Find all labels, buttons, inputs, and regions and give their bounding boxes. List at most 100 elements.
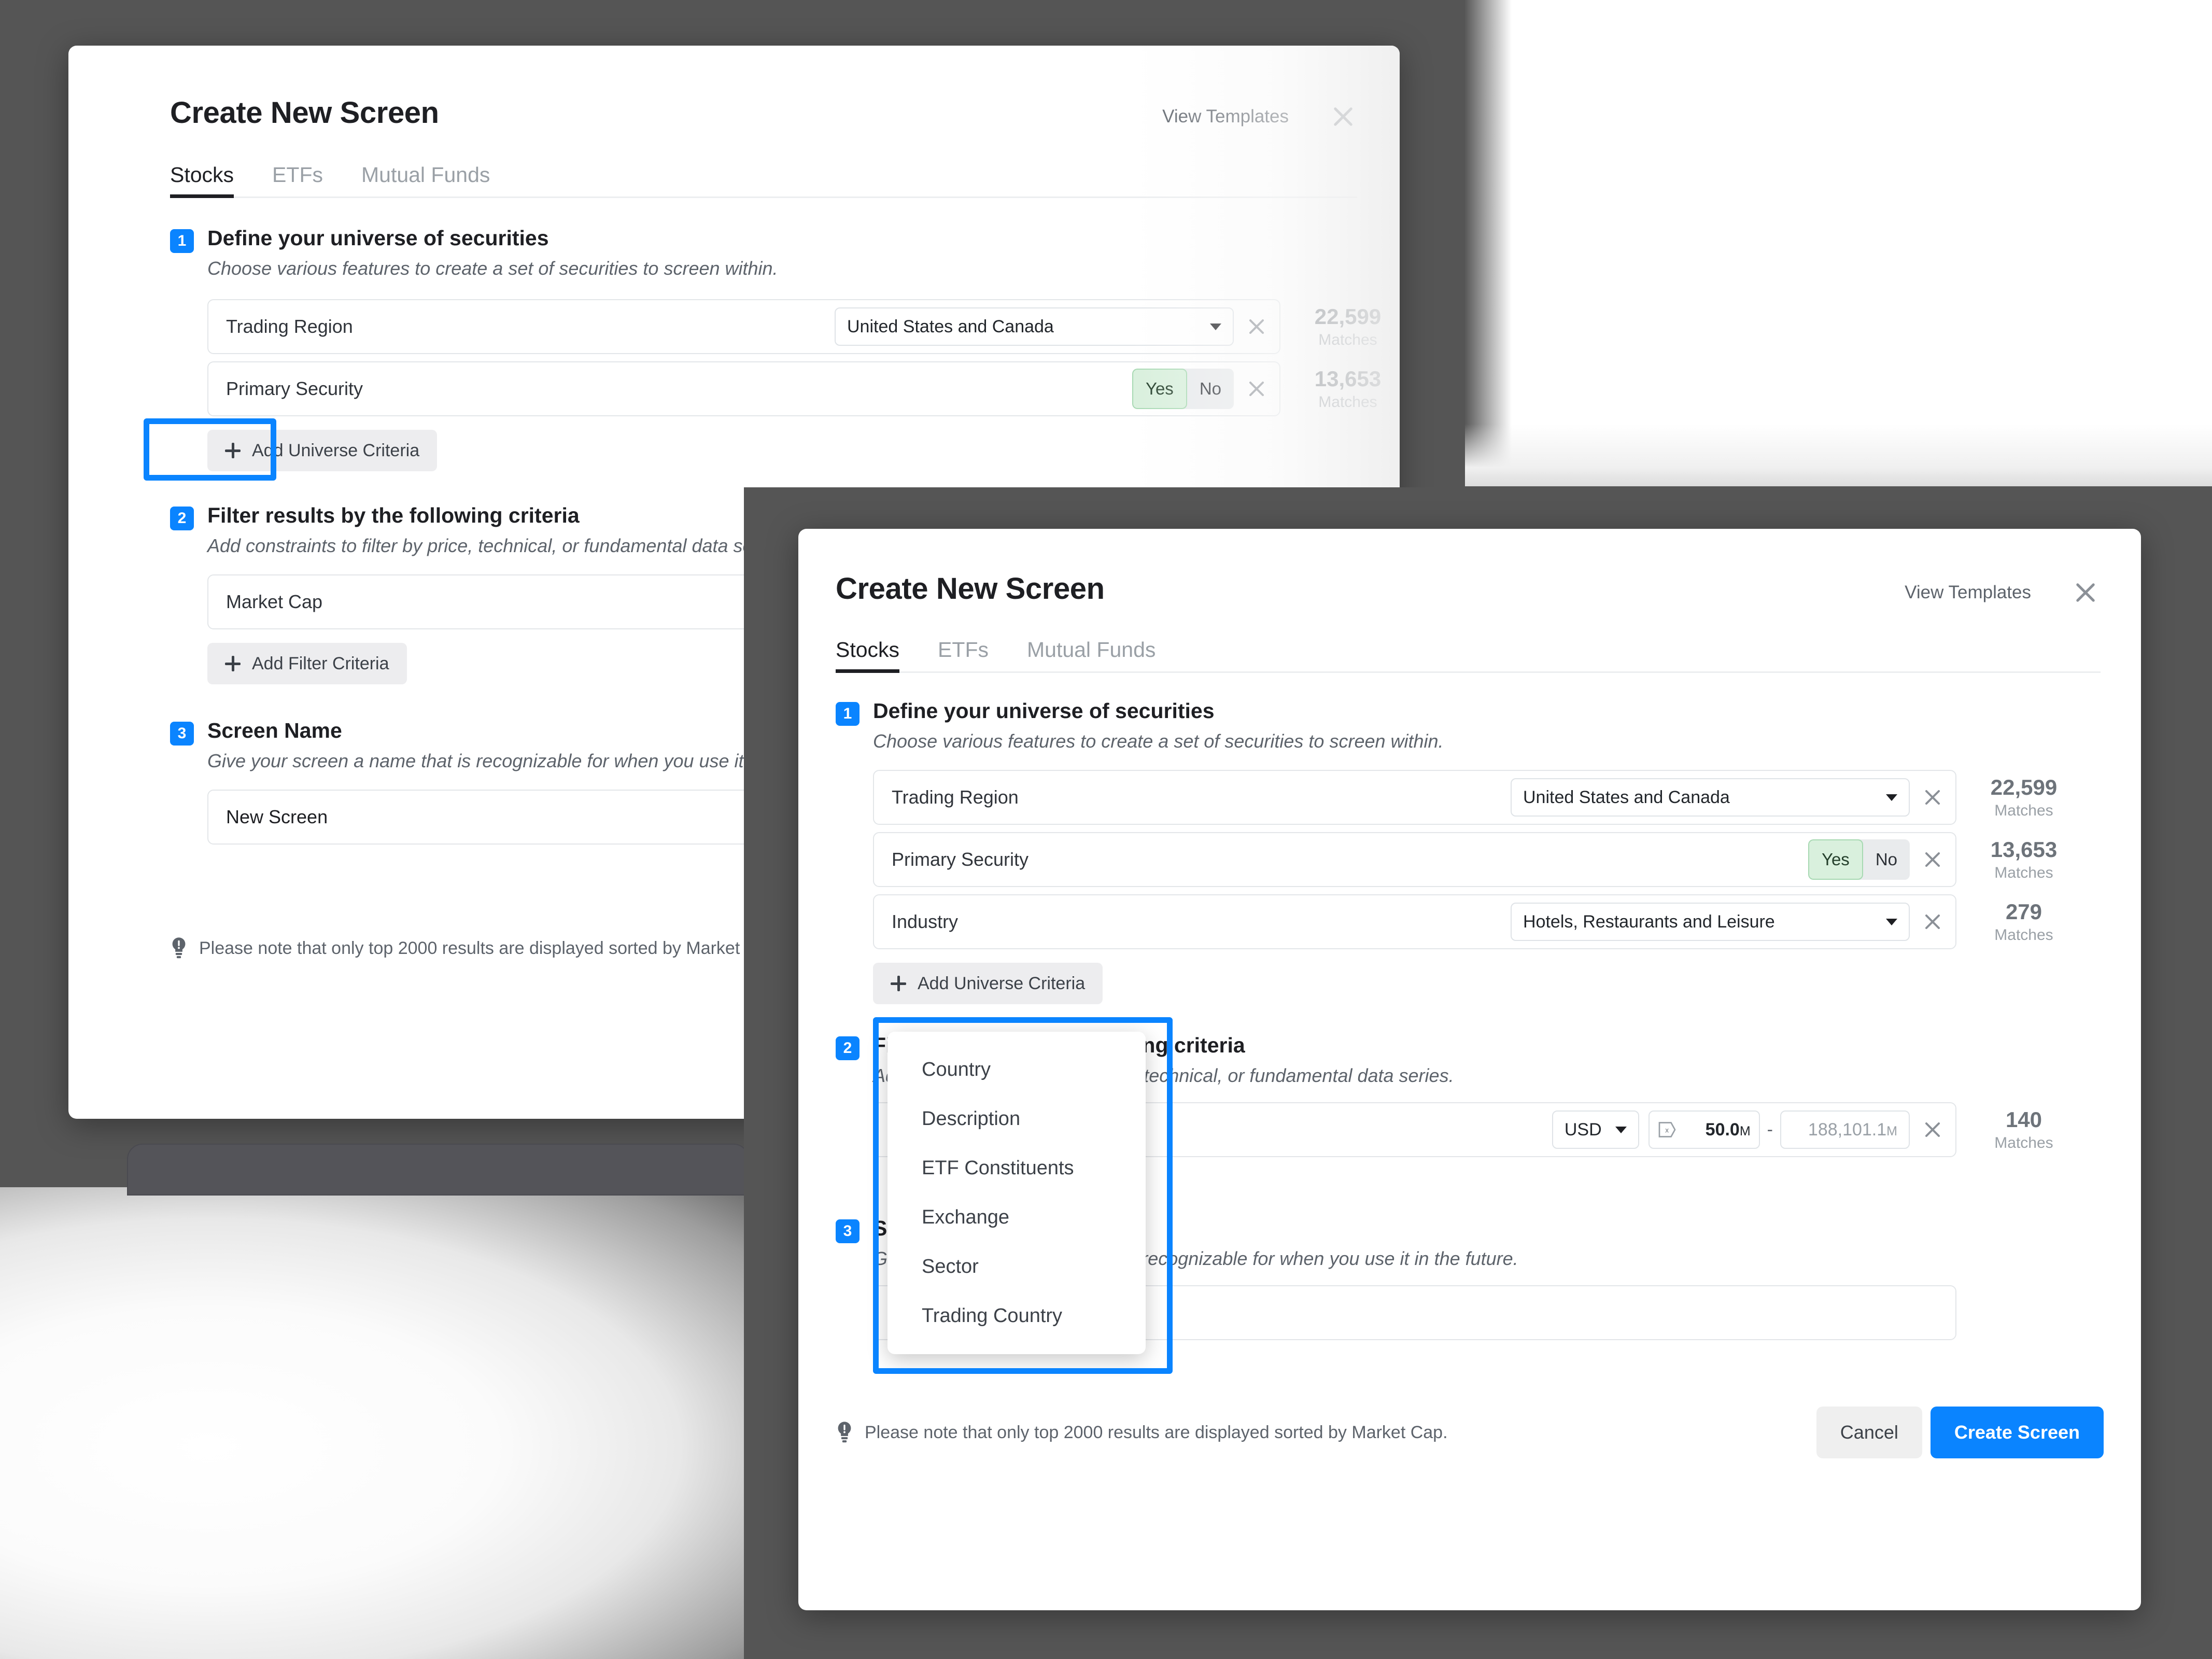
front-tab-etfs[interactable]: ETFs bbox=[938, 638, 989, 671]
back-remove-criteria-icon[interactable] bbox=[1245, 377, 1268, 400]
front-step-2-badge: 2 bbox=[836, 1036, 860, 1060]
front-step-1-badge: 1 bbox=[836, 702, 860, 726]
back-screen-name-value: New Screen bbox=[226, 806, 328, 827]
create-screen-button[interactable]: Create Screen bbox=[1930, 1407, 2104, 1458]
front-matches-count: 22,599 bbox=[1990, 775, 2058, 799]
menu-item-exchange[interactable]: Exchange bbox=[887, 1193, 1146, 1242]
front-matches-count: 279 bbox=[2005, 899, 2042, 924]
plus-icon bbox=[225, 656, 241, 671]
front-currency-select[interactable]: USD bbox=[1552, 1110, 1639, 1149]
lightbulb-icon bbox=[838, 1422, 851, 1443]
menu-item-etf-constituents[interactable]: ETF Constituents bbox=[887, 1144, 1146, 1193]
back-matches-trading-region: 22,599 Matches bbox=[1296, 304, 1400, 349]
back-trading-region-select[interactable]: United States and Canada bbox=[835, 307, 1234, 346]
front-footer-note: Please note that only top 2000 results a… bbox=[836, 1421, 1448, 1444]
front-remove-criteria-icon[interactable] bbox=[1921, 910, 1944, 933]
front-dialog-title: Create New Screen bbox=[836, 572, 1105, 606]
front-add-universe-criteria-button[interactable]: Add Universe Criteria bbox=[873, 963, 1103, 1004]
back-remove-criteria-icon[interactable] bbox=[1245, 315, 1268, 338]
front-matches-trading-region: 22,599 Matches bbox=[1972, 775, 2076, 820]
front-add-universe-criteria-label: Add Universe Criteria bbox=[918, 973, 1086, 993]
back-step-3-badge: 3 bbox=[170, 722, 194, 746]
back-tab-etfs[interactable]: ETFs bbox=[272, 163, 323, 196]
back-footer-note-text: Please note that only top 2000 results a… bbox=[199, 938, 782, 958]
background-panel-bottom-fade bbox=[1465, 424, 2212, 486]
front-range-separator: - bbox=[1767, 1119, 1773, 1140]
back-step-2-badge: 2 bbox=[170, 507, 194, 530]
front-criteria-row-trading-region: Trading Region United States and Canada … bbox=[873, 770, 2141, 825]
svg-text:x: x bbox=[1665, 1126, 1669, 1134]
front-remove-criteria-icon[interactable] bbox=[1921, 848, 1944, 871]
back-matches-count: 13,653 bbox=[1314, 367, 1382, 391]
front-market-cap-min-input[interactable]: x 50.0M bbox=[1648, 1110, 1760, 1149]
menu-item-country[interactable]: Country bbox=[887, 1045, 1146, 1094]
plus-icon bbox=[225, 443, 241, 458]
front-trading-region-value: United States and Canada bbox=[1523, 787, 1730, 807]
back-primary-security-toggle[interactable]: Yes No bbox=[1132, 369, 1234, 409]
back-add-filter-criteria-button[interactable]: Add Filter Criteria bbox=[207, 643, 407, 684]
front-market-cap-max-placeholder: 188,101.1 bbox=[1808, 1119, 1887, 1140]
menu-item-sector[interactable]: Sector bbox=[887, 1242, 1146, 1291]
front-view-templates-link[interactable]: View Templates bbox=[1905, 582, 2031, 603]
back-dialog-title: Create New Screen bbox=[170, 96, 439, 130]
background-panel-left-fade bbox=[1465, 0, 1512, 486]
front-matches-industry: 279 Matches bbox=[1972, 899, 2076, 944]
front-dialog-header: Create New Screen View Templates bbox=[798, 529, 2141, 607]
background-card-behind-back-dialog bbox=[127, 1144, 749, 1196]
back-criteria-label: Primary Security bbox=[226, 378, 363, 399]
back-dialog-tabs: Stocks ETFs Mutual Funds bbox=[170, 163, 1357, 198]
back-view-templates-link[interactable]: View Templates bbox=[1162, 106, 1289, 127]
back-criteria-row-trading-region: Trading Region United States and Canada … bbox=[207, 299, 1400, 354]
front-market-cap-max-input[interactable]: 188,101.1M bbox=[1780, 1110, 1910, 1149]
universe-criteria-dropdown-menu[interactable]: Country Description ETF Constituents Exc… bbox=[887, 1032, 1146, 1354]
menu-item-description[interactable]: Description bbox=[887, 1094, 1146, 1144]
front-universe-criteria-list: Trading Region United States and Canada … bbox=[873, 770, 2141, 1004]
back-tab-mutual-funds[interactable]: Mutual Funds bbox=[361, 163, 490, 196]
back-matches-label: Matches bbox=[1318, 331, 1377, 348]
chevron-down-icon bbox=[1210, 323, 1221, 330]
front-industry-select[interactable]: Hotels, Restaurants and Leisure bbox=[1511, 903, 1910, 941]
front-remove-filter-icon[interactable] bbox=[1921, 1118, 1944, 1141]
background-lower-left-wash bbox=[0, 1187, 746, 1659]
front-step-3-badge: 3 bbox=[836, 1219, 860, 1243]
back-universe-criteria-list: Trading Region United States and Canada … bbox=[207, 299, 1400, 471]
front-market-cap-min-unit: M bbox=[1739, 1123, 1751, 1138]
front-dialog-tabs: Stocks ETFs Mutual Funds bbox=[836, 638, 2101, 673]
lightbulb-icon bbox=[172, 937, 186, 959]
back-step-1-subtitle: Choose various features to create a set … bbox=[207, 258, 778, 279]
front-industry-value: Hotels, Restaurants and Leisure bbox=[1523, 911, 1775, 932]
back-dialog-header: Create New Screen View Templates bbox=[68, 46, 1400, 131]
back-step-1-title: Define your universe of securities bbox=[207, 226, 549, 250]
back-matches-label: Matches bbox=[1318, 393, 1377, 411]
front-criteria-label: Industry bbox=[892, 911, 959, 932]
front-tab-stocks[interactable]: Stocks bbox=[836, 638, 900, 673]
back-add-universe-criteria-button[interactable]: Add Universe Criteria bbox=[207, 430, 438, 471]
front-trading-region-select[interactable]: United States and Canada bbox=[1511, 778, 1910, 817]
back-tab-stocks[interactable]: Stocks bbox=[170, 163, 234, 198]
cancel-button[interactable]: Cancel bbox=[1816, 1407, 1922, 1458]
front-step-1-subtitle: Choose various features to create a set … bbox=[873, 730, 1444, 752]
front-primary-security-toggle[interactable]: Yes No bbox=[1808, 839, 1910, 880]
front-matches-label: Matches bbox=[1994, 1134, 2053, 1151]
back-toggle-no[interactable]: No bbox=[1187, 369, 1234, 409]
front-currency-value: USD bbox=[1564, 1119, 1602, 1140]
chevron-down-icon bbox=[1615, 1126, 1627, 1133]
front-step-1-title: Define your universe of securities bbox=[873, 699, 1215, 723]
back-toggle-yes[interactable]: Yes bbox=[1132, 369, 1187, 409]
screen-stage: ee all te d 2Y Sa Create New Screen View… bbox=[0, 0, 2212, 1659]
front-close-icon[interactable] bbox=[2072, 579, 2100, 607]
back-close-icon[interactable] bbox=[1329, 103, 1357, 131]
front-dialog-footer: Please note that only top 2000 results a… bbox=[836, 1407, 2104, 1458]
front-tab-mutual-funds[interactable]: Mutual Funds bbox=[1027, 638, 1156, 671]
front-criteria-label: Primary Security bbox=[892, 849, 1029, 870]
front-market-cap-min-value: 50.0 bbox=[1705, 1119, 1740, 1140]
back-step-2-subtitle: Add constraints to filter by price, tech… bbox=[207, 535, 788, 556]
front-toggle-no[interactable]: No bbox=[1863, 839, 1910, 880]
chevron-down-icon bbox=[1886, 794, 1897, 801]
front-toggle-yes[interactable]: Yes bbox=[1808, 839, 1863, 880]
front-matches-market-cap: 140 Matches bbox=[1972, 1107, 2076, 1152]
front-remove-criteria-icon[interactable] bbox=[1921, 786, 1944, 809]
menu-item-trading-country[interactable]: Trading Country bbox=[887, 1291, 1146, 1341]
back-step-1: 1 Define your universe of securities Cho… bbox=[170, 226, 1400, 471]
background-panel-top-right bbox=[1465, 0, 2212, 486]
